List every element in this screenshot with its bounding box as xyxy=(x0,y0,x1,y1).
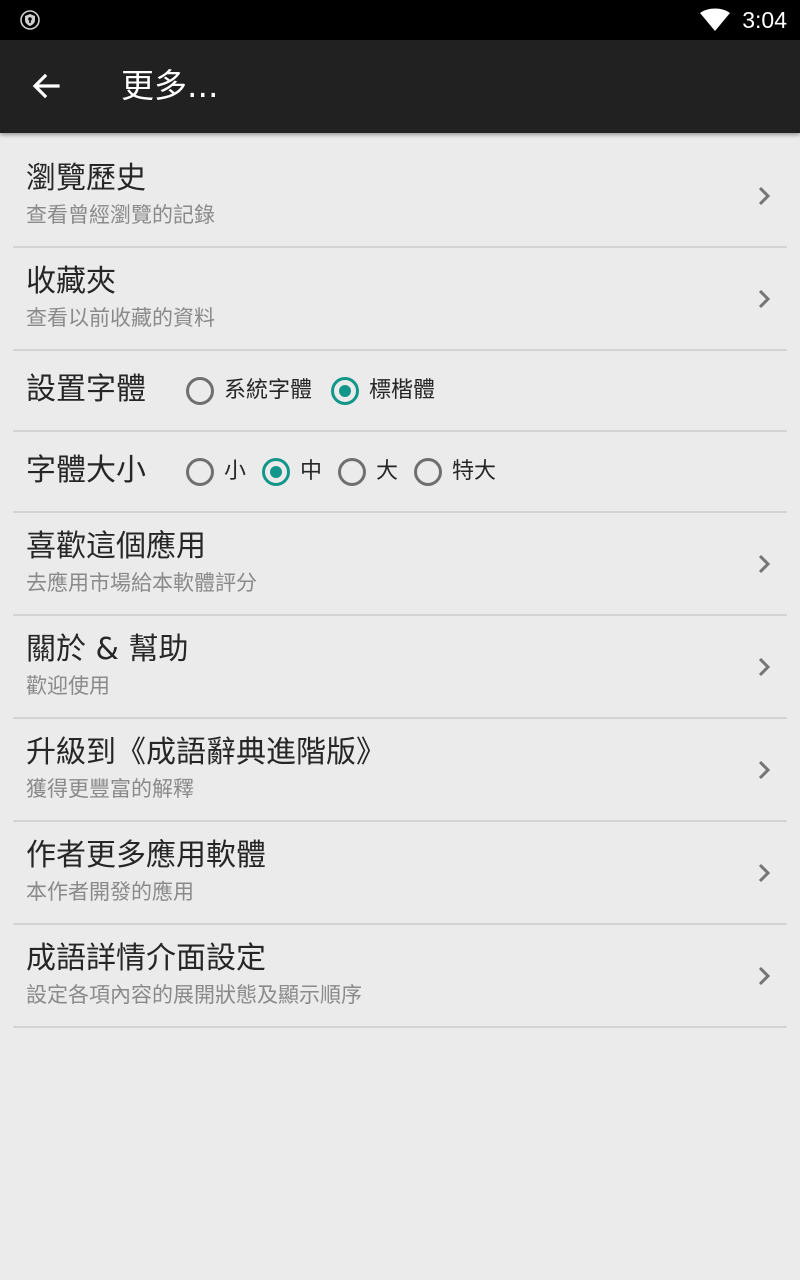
app-bar: 更多... xyxy=(0,40,800,133)
radio-button[interactable] xyxy=(186,458,214,486)
chevron-right-icon xyxy=(758,289,771,309)
radio-option-system-font[interactable]: 系統字體 xyxy=(186,373,312,409)
chevron-right-icon xyxy=(758,966,771,986)
radio-option-small[interactable]: 小 xyxy=(186,454,246,490)
radio-button[interactable] xyxy=(338,458,366,486)
radio-label: 大 xyxy=(376,459,399,484)
status-bar: 3:04 xyxy=(0,0,800,40)
font-size-row: 字體大小 小 中 大 特大 xyxy=(13,432,787,513)
shield-icon xyxy=(20,10,40,30)
chevron-right-icon xyxy=(758,657,771,677)
menu-item-subtitle: 查看曾經瀏覽的記錄 xyxy=(26,203,215,227)
chevron-right-icon xyxy=(758,863,771,883)
menu-item-subtitle: 獲得更豐富的解釋 xyxy=(26,777,194,801)
menu-item-subtitle: 歡迎使用 xyxy=(26,674,110,698)
menu-item-more-apps[interactable]: 作者更多應用軟體 本作者開發的應用 xyxy=(13,822,787,925)
radio-option-medium[interactable]: 中 xyxy=(262,454,322,490)
menu-item-title: 瀏覽歷史 xyxy=(26,161,146,196)
arrow-left-icon[interactable] xyxy=(30,70,62,102)
menu-item-title: 收藏夾 xyxy=(26,264,116,299)
menu-item-title: 升級到《成語辭典進階版》 xyxy=(26,735,386,770)
radio-label: 特大 xyxy=(452,459,497,484)
menu-item-history[interactable]: 瀏覽歷史 查看曾經瀏覽的記錄 xyxy=(13,145,787,248)
radio-option-kaiti-font[interactable]: 標楷體 xyxy=(331,373,435,409)
menu-item-title: 關於 & 幫助 xyxy=(26,632,189,667)
menu-item-title: 喜歡這個應用 xyxy=(26,529,206,564)
menu-item-like-app[interactable]: 喜歡這個應用 去應用市場給本軟體評分 xyxy=(13,513,787,616)
chevron-right-icon xyxy=(758,554,771,574)
menu-item-about[interactable]: 關於 & 幫助 歡迎使用 xyxy=(13,616,787,719)
radio-button[interactable] xyxy=(186,377,214,405)
radio-button[interactable] xyxy=(414,458,442,486)
menu-item-subtitle: 設定各項內容的展開狀態及顯示順序 xyxy=(26,983,362,1007)
font-size-label: 字體大小 xyxy=(26,453,146,488)
radio-option-large[interactable]: 大 xyxy=(338,454,398,490)
radio-label: 中 xyxy=(300,459,323,484)
clock-time: 3:04 xyxy=(742,7,787,33)
wifi-icon xyxy=(700,8,730,31)
radio-label: 系統字體 xyxy=(224,378,313,403)
menu-item-favorites[interactable]: 收藏夾 查看以前收藏的資料 xyxy=(13,248,787,351)
font-setting-row: 設置字體 系統字體 標楷體 xyxy=(13,351,787,432)
chevron-right-icon xyxy=(758,760,771,780)
menu-item-subtitle: 查看以前收藏的資料 xyxy=(26,306,215,330)
menu-item-title: 成語詳情介面設定 xyxy=(26,941,266,976)
radio-label: 標楷體 xyxy=(369,378,436,403)
menu-item-detail-settings[interactable]: 成語詳情介面設定 設定各項內容的展開狀態及顯示順序 xyxy=(13,925,787,1028)
menu-item-subtitle: 去應用市場給本軟體評分 xyxy=(26,571,257,595)
menu-item-upgrade[interactable]: 升級到《成語辭典進階版》 獲得更豐富的解釋 xyxy=(13,719,787,822)
radio-option-extra-large[interactable]: 特大 xyxy=(414,454,496,490)
menu-item-title: 作者更多應用軟體 xyxy=(26,838,266,873)
font-setting-label: 設置字體 xyxy=(26,372,146,407)
radio-label: 小 xyxy=(224,459,247,484)
menu-item-subtitle: 本作者開發的應用 xyxy=(26,880,194,904)
chevron-right-icon xyxy=(758,186,771,206)
settings-list: 瀏覽歷史 查看曾經瀏覽的記錄 收藏夾 查看以前收藏的資料 設置字體 系統字體 標… xyxy=(13,145,787,1028)
page-title: 更多... xyxy=(121,66,219,105)
radio-button-selected[interactable] xyxy=(331,377,359,405)
radio-button-selected[interactable] xyxy=(262,458,290,486)
